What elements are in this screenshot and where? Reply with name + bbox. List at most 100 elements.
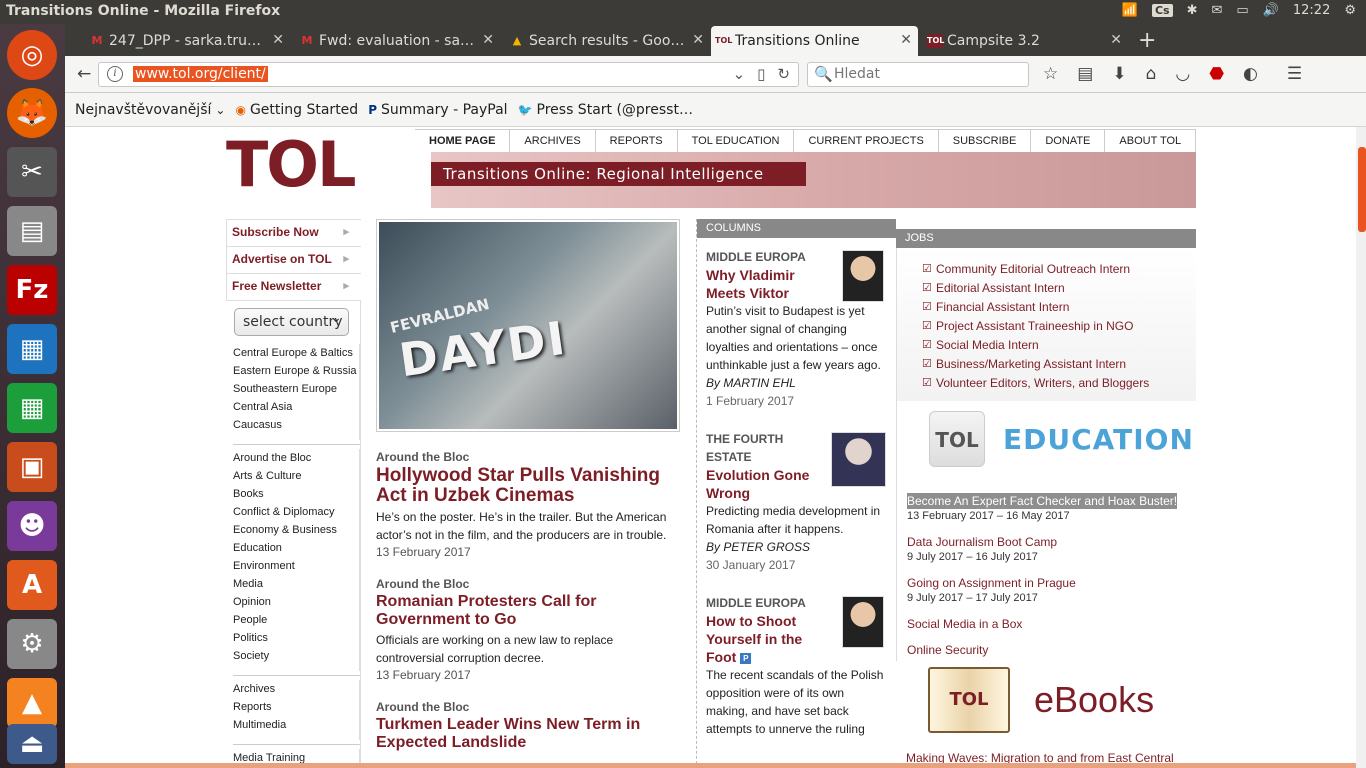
topic-link[interactable]: Economy & Business bbox=[233, 521, 359, 539]
topic-link[interactable]: Environment bbox=[233, 557, 359, 575]
topic-link[interactable]: Arts & Culture bbox=[233, 467, 359, 485]
tab-transitions-online[interactable]: TOL Transitions Online ✕ bbox=[711, 26, 918, 56]
adblock-icon[interactable]: ⬣ bbox=[1209, 64, 1224, 84]
story-kicker[interactable]: Around the Bloc bbox=[376, 450, 680, 464]
calc-icon[interactable]: ▦ bbox=[7, 383, 57, 433]
job-link[interactable]: Financial Assistant Intern bbox=[922, 298, 1196, 317]
region-link[interactable]: Central Asia bbox=[233, 398, 359, 416]
advertise-link[interactable]: Advertise on TOL bbox=[226, 246, 361, 273]
back-arrow-icon[interactable]: ← bbox=[77, 64, 91, 84]
download-icon[interactable]: ⬇ bbox=[1112, 64, 1126, 84]
site-info-icon[interactable]: i bbox=[107, 66, 123, 82]
topic-link[interactable]: Education bbox=[233, 539, 359, 557]
topic-link[interactable]: Around the Bloc bbox=[233, 449, 359, 467]
course-title[interactable]: Social Media in a Box bbox=[907, 616, 1186, 632]
tab-gmail-2[interactable]: M Fwd: evaluation - sa… ✕ bbox=[295, 26, 500, 56]
subscribe-now-link[interactable]: Subscribe Now bbox=[226, 219, 361, 246]
column-headline[interactable]: Why Vladimir Meets Viktor bbox=[706, 266, 826, 302]
story-headline[interactable]: Hollywood Star Pulls Vanishing Act in Uz… bbox=[376, 466, 680, 506]
nav-home-page[interactable]: HOME PAGE bbox=[415, 130, 511, 153]
pidgin-icon[interactable]: ☻ bbox=[7, 501, 57, 551]
region-link[interactable]: Caucasus bbox=[233, 416, 359, 434]
course-title[interactable]: Data Journalism Boot Camp bbox=[907, 534, 1186, 550]
topic-link[interactable]: Media bbox=[233, 575, 359, 593]
impress-icon[interactable]: ▣ bbox=[7, 442, 57, 492]
nav-donate[interactable]: DONATE bbox=[1031, 130, 1106, 153]
topic-link[interactable]: Society bbox=[233, 647, 359, 665]
nav-subscribe[interactable]: SUBSCRIBE bbox=[938, 130, 1032, 153]
job-link[interactable]: Business/Marketing Assistant Intern bbox=[922, 355, 1196, 374]
extension-icon[interactable]: ◐ bbox=[1243, 64, 1258, 84]
url-bar[interactable]: i www.tol.org/client/ ⌄ ▯ ↻ bbox=[98, 62, 799, 87]
column-headline[interactable]: Evolution Gone Wrong bbox=[706, 466, 826, 502]
scrollbar-thumb[interactable] bbox=[1358, 147, 1366, 232]
job-link[interactable]: Community Editorial Outreach Intern bbox=[922, 260, 1196, 279]
topic-link[interactable]: Opinion bbox=[233, 593, 359, 611]
bookmark-most-visited[interactable]: Nejnavštěvovanější ⌄ bbox=[75, 102, 225, 118]
mail-icon[interactable]: ✉ bbox=[1211, 3, 1222, 18]
close-tab-icon[interactable]: ✕ bbox=[1110, 32, 1122, 48]
course-title[interactable]: Going on Assignment in Prague bbox=[907, 575, 1186, 591]
volume-icon[interactable]: 🔊 bbox=[1263, 3, 1279, 18]
firefox-icon[interactable]: 🦊 bbox=[7, 88, 57, 138]
wifi-icon[interactable]: 📶 bbox=[1122, 3, 1138, 18]
tol-education-logo[interactable]: TOL EDUCATION bbox=[907, 409, 1193, 479]
country-select[interactable]: select country bbox=[234, 308, 349, 336]
nav-reports[interactable]: REPORTS bbox=[595, 130, 678, 153]
story-kicker[interactable]: Around the Bloc bbox=[376, 700, 680, 714]
story-kicker[interactable]: Around the Bloc bbox=[376, 577, 680, 591]
search-input[interactable] bbox=[834, 66, 1014, 82]
hamburger-menu-icon[interactable]: ☰ bbox=[1287, 64, 1302, 84]
bookmark-twitter[interactable]: 🐦 Press Start (@presst… bbox=[518, 102, 693, 118]
filezilla-icon[interactable]: Fz bbox=[7, 265, 57, 315]
close-tab-icon[interactable]: ✕ bbox=[272, 32, 284, 48]
bookmark-paypal[interactable]: P Summary - PayPal bbox=[368, 102, 507, 118]
nav-tol-education[interactable]: TOL EDUCATION bbox=[677, 130, 795, 153]
topic-link[interactable]: People bbox=[233, 611, 359, 629]
region-link[interactable]: Eastern Europe & Russia bbox=[233, 362, 359, 380]
pocket-icon[interactable]: ◡ bbox=[1175, 64, 1190, 84]
story-headline[interactable]: Turkmen Leader Wins New Term in Expected… bbox=[376, 716, 680, 752]
software-center-icon[interactable]: A bbox=[7, 560, 57, 610]
job-link[interactable]: Editorial Assistant Intern bbox=[922, 279, 1196, 298]
tab-gmail-1[interactable]: M 247_DPP - sarka.tru… ✕ bbox=[85, 26, 290, 56]
files-icon[interactable]: ▤ bbox=[7, 206, 57, 256]
region-link[interactable]: Southeastern Europe bbox=[233, 380, 359, 398]
new-tab-plus-icon[interactable]: + bbox=[1138, 28, 1156, 53]
nav-archives[interactable]: ARCHIVES bbox=[510, 130, 596, 153]
battery-icon[interactable]: ▭ bbox=[1236, 3, 1248, 18]
bookmark-getting-started[interactable]: ◉ Getting Started bbox=[235, 102, 358, 118]
tab-campsite[interactable]: TOL Campsite 3.2 ✕ bbox=[923, 26, 1128, 56]
keyboard-layout-indicator[interactable]: Cs bbox=[1151, 4, 1173, 17]
ubuntu-dash-icon[interactable]: ◎ bbox=[7, 30, 57, 80]
drive-icon[interactable]: ⏏ bbox=[7, 724, 57, 764]
home-icon[interactable]: ⌂ bbox=[1146, 64, 1157, 84]
tol-logo[interactable]: TOL bbox=[226, 129, 357, 201]
nav-current-projects[interactable]: CURRENT PROJECTS bbox=[794, 130, 939, 153]
topic-link[interactable]: Conflict & Diplomacy bbox=[233, 503, 359, 521]
settings-gear-icon[interactable]: ⚙ bbox=[1344, 3, 1356, 18]
system-tools-icon[interactable]: ✂ bbox=[7, 147, 57, 197]
tab-google-drive[interactable]: ▲ Search results - Goo… ✕ bbox=[505, 26, 710, 56]
url-text[interactable]: www.tol.org/client/ bbox=[133, 66, 268, 82]
bluetooth-icon[interactable]: ✱ bbox=[1187, 3, 1198, 18]
column-kicker[interactable]: MIDDLE EUROPA bbox=[706, 594, 826, 612]
page-scrollbar[interactable] bbox=[1356, 127, 1366, 768]
column-kicker[interactable]: THE FOURTH ESTATE bbox=[706, 430, 826, 466]
reload-icon[interactable]: ↻ bbox=[777, 65, 790, 83]
reports-link[interactable]: Reports bbox=[233, 698, 359, 716]
url-dropdown-chevron-icon[interactable]: ⌄ bbox=[733, 65, 746, 83]
region-link[interactable]: Central Europe & Baltics bbox=[233, 344, 359, 362]
column-headline[interactable]: How to Shoot Yourself in the Foot P bbox=[706, 612, 826, 666]
free-newsletter-link[interactable]: Free Newsletter bbox=[226, 273, 361, 300]
close-tab-icon[interactable]: ✕ bbox=[900, 32, 912, 48]
close-tab-icon[interactable]: ✕ bbox=[692, 32, 704, 48]
writer-icon[interactable]: ▦ bbox=[7, 324, 57, 374]
archives-link[interactable]: Archives bbox=[233, 680, 359, 698]
bookmark-star-icon[interactable]: ☆ bbox=[1043, 64, 1058, 84]
course-title[interactable]: Online Security bbox=[907, 642, 1186, 658]
column-kicker[interactable]: MIDDLE EUROPA bbox=[706, 248, 826, 266]
job-link[interactable]: Volunteer Editors, Writers, and Bloggers bbox=[922, 374, 1196, 393]
hero-image[interactable]: FEVRALDAN DAYDI bbox=[376, 219, 680, 432]
topic-link[interactable]: Politics bbox=[233, 629, 359, 647]
